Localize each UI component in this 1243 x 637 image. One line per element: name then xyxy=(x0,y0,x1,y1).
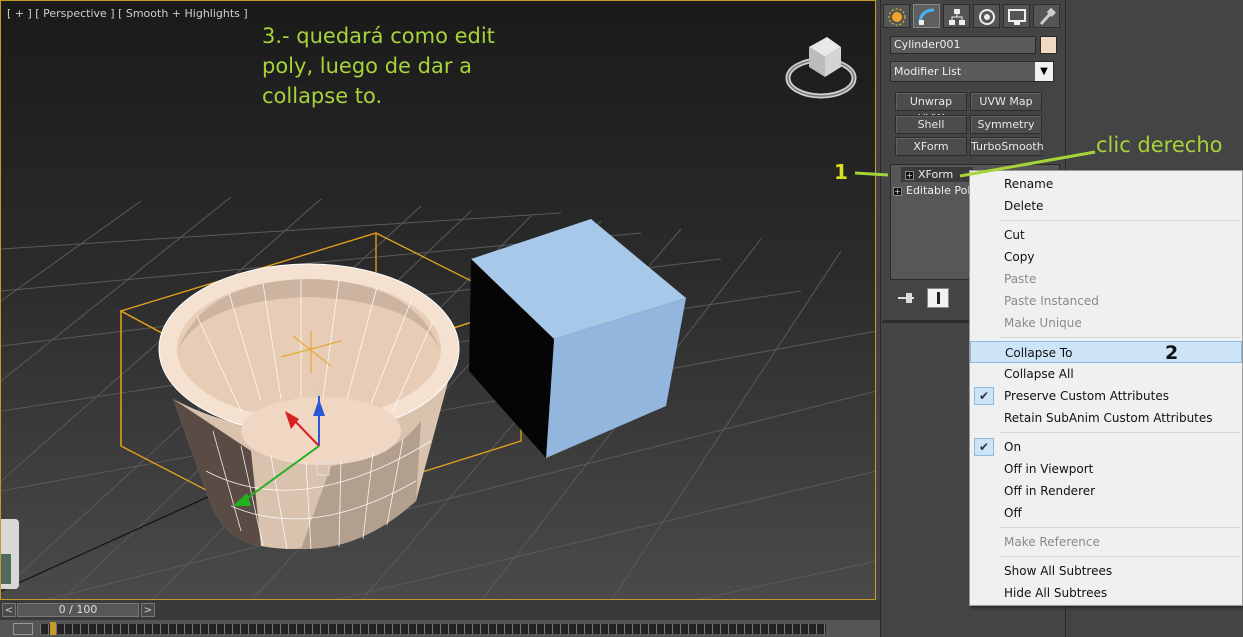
unwrap-uvw-button[interactable]: Unwrap UVW xyxy=(895,92,967,125)
track-ruler[interactable] xyxy=(40,624,826,634)
viewport-navigation-widget[interactable] xyxy=(1,519,19,589)
annotation-line: poly, luego de dar a xyxy=(262,54,473,78)
show-end-result-icon[interactable] xyxy=(927,288,949,308)
object-name-field[interactable]: Cylinder001 xyxy=(890,36,1036,54)
menu-item-preserve-custom-attributes[interactable]: ✔ Preserve Custom Attributes xyxy=(970,385,1242,407)
time-slider-bar: < 0 / 100 > xyxy=(0,600,880,637)
shell-button[interactable]: Shell xyxy=(895,115,967,134)
menu-item-retain-subanim[interactable]: Retain SubAnim Custom Attributes xyxy=(970,407,1242,429)
menu-item-make-reference: Make Reference xyxy=(1004,535,1100,549)
box-object[interactable] xyxy=(469,219,686,458)
xform-button[interactable]: XForm xyxy=(895,137,967,156)
annotation-line: collapse to. xyxy=(262,84,383,108)
menu-item-delete[interactable]: Delete xyxy=(970,195,1242,217)
viewport-label-menu[interactable]: [ + ] [ Perspective ] [ Smooth + Highlig… xyxy=(7,7,248,20)
stack-item-label: XForm xyxy=(918,168,954,181)
chevron-down-icon[interactable]: ▼ xyxy=(1035,62,1053,81)
menu-item-paste-instanced: Paste Instanced xyxy=(1004,294,1099,308)
tab-hierarchy[interactable] xyxy=(943,4,970,28)
callout-step-2: 2 xyxy=(1165,342,1179,364)
menu-item-off-in-renderer[interactable]: Off in Renderer xyxy=(970,480,1242,502)
checkmark-icon: ✔ xyxy=(974,387,994,405)
tab-modify[interactable] xyxy=(913,4,940,28)
utilities-icon xyxy=(1039,8,1056,26)
annotation-line: 3.- quedará como edit xyxy=(262,24,495,48)
key-filter-icon[interactable] xyxy=(13,623,33,635)
menu-item-cut[interactable]: Cut xyxy=(970,224,1242,246)
next-frame-button[interactable]: > xyxy=(141,603,155,617)
menu-item-copy[interactable]: Copy xyxy=(970,246,1242,268)
display-icon xyxy=(1008,9,1026,25)
menu-separator xyxy=(1000,527,1240,528)
menu-separator xyxy=(1000,220,1240,221)
menu-item-paste: Paste xyxy=(1004,272,1037,286)
stack-item-label: Editable Poly xyxy=(906,184,977,197)
svg-text:x: x xyxy=(285,396,291,406)
callout-step-1: 1 xyxy=(834,160,848,184)
pin-stack-icon[interactable] xyxy=(895,288,917,308)
menu-separator xyxy=(1000,337,1240,338)
turbosmooth-button[interactable]: TurboSmooth xyxy=(970,137,1044,156)
menu-separator xyxy=(1000,432,1240,433)
tab-create[interactable] xyxy=(883,4,910,28)
menu-item-off[interactable]: Off xyxy=(970,502,1242,524)
tab-motion[interactable] xyxy=(973,4,1000,28)
expand-icon[interactable]: + xyxy=(893,186,902,196)
menu-item-rename[interactable]: Rename xyxy=(970,173,1242,195)
viewcube-icon[interactable] xyxy=(783,33,861,103)
hierarchy-icon xyxy=(949,9,965,25)
menu-item-collapse-to[interactable]: Collapse To xyxy=(970,341,1242,363)
stack-item-xform[interactable]: + XForm xyxy=(901,167,973,182)
menu-item-show-all-subtrees[interactable]: Show All Subtrees xyxy=(970,560,1242,582)
menu-separator xyxy=(1000,556,1240,557)
stack-item-editable-poly[interactable]: + Editable Poly xyxy=(893,183,977,198)
svg-text:z: z xyxy=(316,389,321,399)
uvw-map-button[interactable]: UVW Map xyxy=(970,92,1042,111)
motion-icon xyxy=(979,9,995,25)
modifier-list-label: Modifier List xyxy=(894,65,962,78)
time-slider[interactable]: 0 / 100 xyxy=(17,603,139,617)
modifier-context-menu: Rename Delete Cut Copy Paste Paste Insta… xyxy=(969,170,1243,606)
symmetry-button[interactable]: Symmetry xyxy=(970,115,1042,134)
tutorial-annotation: 3.- quedará como edit poly, luego de dar… xyxy=(262,21,562,111)
tab-display[interactable] xyxy=(1003,4,1030,28)
menu-item-on[interactable]: ✔ On xyxy=(970,436,1242,458)
prev-frame-button[interactable]: < xyxy=(2,603,16,617)
cylinder-object[interactable] xyxy=(158,263,460,550)
callout-right-click: clic derecho xyxy=(1096,133,1223,157)
modifier-list-dropdown[interactable]: Modifier List ▼ xyxy=(890,61,1054,82)
perspective-viewport[interactable]: z x [ + ] [ Perspective ] [ Smooth + Hig… xyxy=(0,0,876,600)
menu-item-hide-all-subtrees[interactable]: Hide All Subtrees xyxy=(970,582,1242,604)
tab-utilities[interactable] xyxy=(1033,4,1060,28)
modify-icon xyxy=(918,8,935,25)
checkmark-icon: ✔ xyxy=(974,438,994,456)
create-icon xyxy=(888,8,906,26)
object-color-swatch[interactable] xyxy=(1040,36,1057,54)
expand-icon[interactable]: + xyxy=(905,170,914,180)
menu-item-collapse-all[interactable]: Collapse All xyxy=(970,363,1242,385)
current-frame-marker[interactable] xyxy=(50,622,56,635)
menu-item-make-unique: Make Unique xyxy=(1004,316,1082,330)
menu-item-off-in-viewport[interactable]: Off in Viewport xyxy=(970,458,1242,480)
